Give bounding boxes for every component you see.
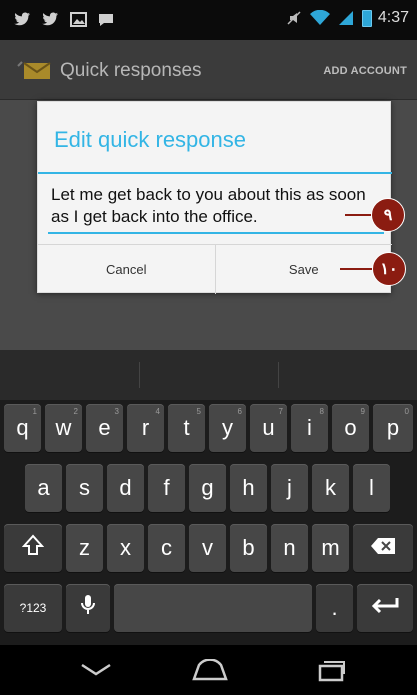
period-key[interactable]: .	[316, 584, 353, 632]
enter-key[interactable]	[357, 584, 413, 632]
shift-key[interactable]	[4, 524, 62, 572]
microphone-key[interactable]	[66, 584, 110, 632]
suggestion-strip[interactable]	[0, 350, 417, 400]
callout-response-input: ٩	[345, 198, 405, 232]
dialog-title: Edit quick response	[54, 127, 246, 152]
callout-line	[340, 268, 372, 270]
signal-icon	[336, 9, 356, 27]
backspace-icon	[370, 535, 396, 561]
response-input[interactable]: Let me get back to you about this as soo…	[48, 184, 384, 234]
key-k[interactable]: k	[312, 464, 349, 512]
backspace-key[interactable]	[353, 524, 413, 572]
symbols-key[interactable]: ?123	[4, 584, 62, 632]
shift-icon	[21, 534, 45, 562]
key-o[interactable]: o9	[332, 404, 369, 452]
suggestion-divider	[139, 362, 140, 388]
key-r[interactable]: r4	[127, 404, 164, 452]
key-l[interactable]: l	[353, 464, 390, 512]
dialog-title-divider	[38, 172, 392, 174]
twitter-icon	[12, 10, 32, 28]
page-title: Quick responses	[60, 60, 202, 81]
spacebar-key[interactable]	[114, 584, 312, 632]
key-w[interactable]: w2	[45, 404, 82, 452]
key-z[interactable]: z	[66, 524, 103, 572]
edit-quick-response-dialog: Edit quick response Let me get back to y…	[37, 101, 392, 294]
wifi-icon	[309, 9, 330, 27]
key-q[interactable]: q1	[4, 404, 41, 452]
navigation-bar	[0, 645, 417, 695]
chat-icon	[96, 10, 116, 28]
microphone-icon	[80, 593, 96, 623]
dialog-buttons: Cancel Save	[38, 244, 392, 294]
key-n[interactable]: n	[271, 524, 308, 572]
recent-apps-icon[interactable]	[312, 655, 352, 685]
key-i[interactable]: i8	[291, 404, 328, 452]
key-v[interactable]: v	[189, 524, 226, 572]
callout-line	[345, 214, 371, 216]
key-u[interactable]: u7	[250, 404, 287, 452]
key-s[interactable]: s	[66, 464, 103, 512]
key-y[interactable]: y6	[209, 404, 246, 452]
mute-icon	[284, 9, 304, 27]
soft-keyboard: q1 w2 e3 r4 t5 y6 u7 i8 o9 p0 a s d f g …	[0, 400, 417, 645]
email-app-logo-icon[interactable]	[16, 60, 52, 82]
key-t[interactable]: t5	[168, 404, 205, 452]
suggestion-divider	[278, 362, 279, 388]
add-account-button[interactable]: ADD ACCOUNT	[323, 65, 407, 77]
enter-icon	[370, 595, 400, 621]
key-e[interactable]: e3	[86, 404, 123, 452]
cancel-button[interactable]: Cancel	[38, 245, 215, 294]
key-x[interactable]: x	[107, 524, 144, 572]
key-g[interactable]: g	[189, 464, 226, 512]
key-c[interactable]: c	[148, 524, 185, 572]
key-a[interactable]: a	[25, 464, 62, 512]
key-b[interactable]: b	[230, 524, 267, 572]
callout-save-button: ١٠	[340, 252, 406, 286]
callout-badge: ١٠	[372, 252, 406, 286]
key-f[interactable]: f	[148, 464, 185, 512]
home-icon[interactable]	[190, 655, 230, 685]
callout-badge: ٩	[371, 198, 405, 232]
key-j[interactable]: j	[271, 464, 308, 512]
key-p[interactable]: p0	[373, 404, 413, 452]
twitter-icon	[40, 10, 60, 28]
key-m[interactable]: m	[312, 524, 349, 572]
back-icon[interactable]	[76, 655, 116, 685]
battery-icon	[361, 9, 372, 27]
status-time: 4:37	[377, 9, 409, 26]
key-d[interactable]: d	[107, 464, 144, 512]
key-h[interactable]: h	[230, 464, 267, 512]
status-bar: 4:37	[0, 0, 417, 40]
action-bar: Quick responses ADD ACCOUNT	[0, 40, 417, 100]
image-icon	[68, 10, 88, 28]
